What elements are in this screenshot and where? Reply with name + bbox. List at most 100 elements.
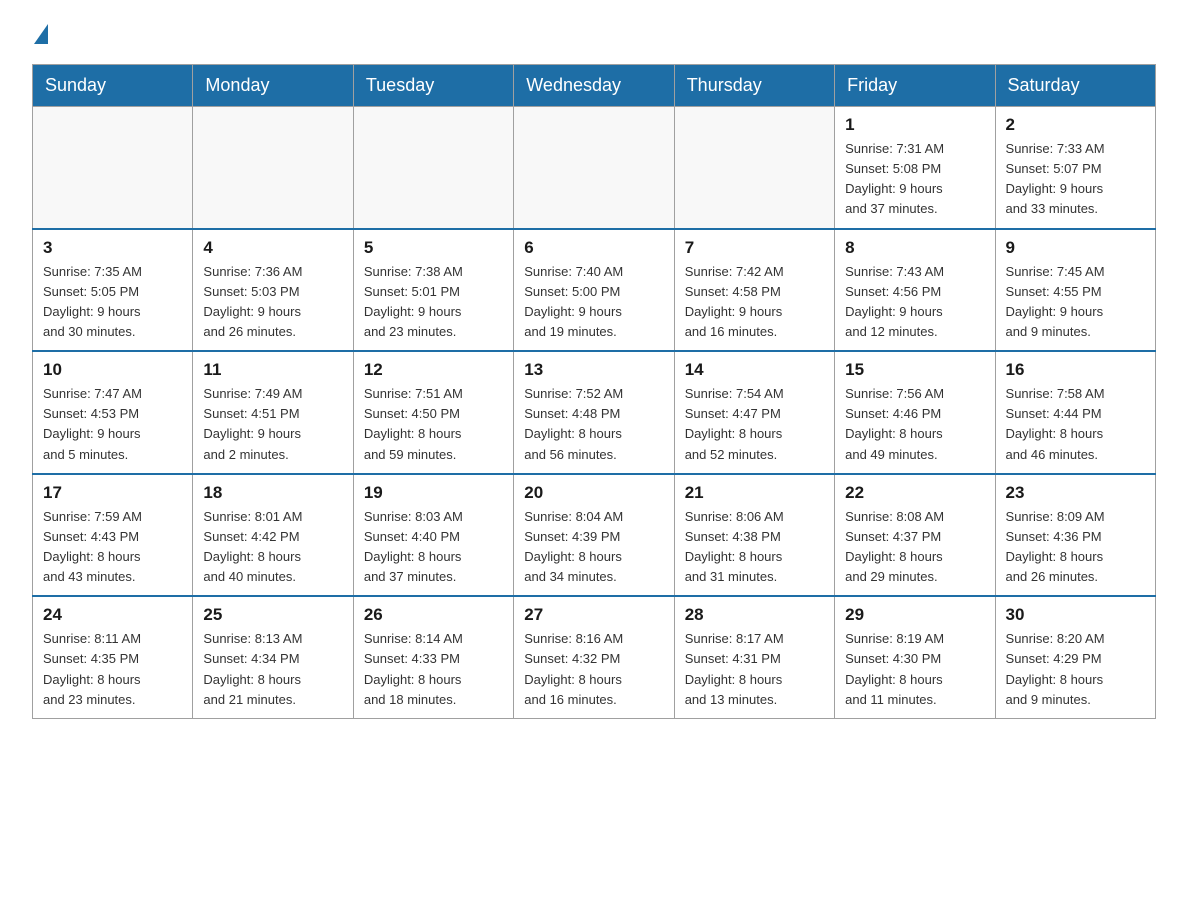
calendar-week-4: 17 Sunrise: 7:59 AM Sunset: 4:43 PM Dayli… [33, 474, 1156, 597]
calendar-cell: 7 Sunrise: 7:42 AM Sunset: 4:58 PM Daylig… [674, 229, 834, 352]
calendar-cell: 25Sunrise: 8:13 AM Sunset: 4:34 PM Dayli… [193, 596, 353, 718]
calendar-cell: 17 Sunrise: 7:59 AM Sunset: 4:43 PM Dayli… [33, 474, 193, 597]
calendar-cell: 10 Sunrise: 7:47 AM Sunset: 4:53 PM Dayli… [33, 351, 193, 474]
header [32, 24, 1156, 46]
page: SundayMondayTuesdayWednesdayThursdayFrid… [0, 0, 1188, 751]
calendar-week-3: 10 Sunrise: 7:47 AM Sunset: 4:53 PM Dayli… [33, 351, 1156, 474]
day-info: Sunrise: 8:01 AM Sunset: 4:42 PM Dayligh… [203, 507, 342, 588]
calendar-cell: 30 Sunrise: 8:20 AM Sunset: 4:29 PM Dayli… [995, 596, 1155, 718]
calendar-cell: 11 Sunrise: 7:49 AM Sunset: 4:51 PM Dayli… [193, 351, 353, 474]
calendar-header-sunday: Sunday [33, 65, 193, 107]
day-number: 7 [685, 238, 824, 258]
day-number: 20 [524, 483, 663, 503]
calendar-cell: 24Sunrise: 8:11 AM Sunset: 4:35 PM Dayli… [33, 596, 193, 718]
calendar-cell [674, 107, 834, 229]
day-info: Sunrise: 8:20 AM Sunset: 4:29 PM Dayligh… [1006, 629, 1145, 710]
calendar-cell: 8 Sunrise: 7:43 AM Sunset: 4:56 PM Daylig… [835, 229, 995, 352]
day-info: Sunrise: 7:38 AM Sunset: 5:01 PM Dayligh… [364, 262, 503, 343]
calendar-cell: 19 Sunrise: 8:03 AM Sunset: 4:40 PM Dayli… [353, 474, 513, 597]
day-info: Sunrise: 7:52 AM Sunset: 4:48 PM Dayligh… [524, 384, 663, 465]
day-info: Sunrise: 8:17 AM Sunset: 4:31 PM Dayligh… [685, 629, 824, 710]
calendar-cell [193, 107, 353, 229]
day-info: Sunrise: 8:08 AM Sunset: 4:37 PM Dayligh… [845, 507, 984, 588]
day-info: Sunrise: 7:56 AM Sunset: 4:46 PM Dayligh… [845, 384, 984, 465]
calendar: SundayMondayTuesdayWednesdayThursdayFrid… [32, 64, 1156, 719]
day-number: 11 [203, 360, 342, 380]
day-number: 1 [845, 115, 984, 135]
day-info: Sunrise: 7:31 AM Sunset: 5:08 PM Dayligh… [845, 139, 984, 220]
day-info: Sunrise: 7:54 AM Sunset: 4:47 PM Dayligh… [685, 384, 824, 465]
calendar-week-1: 1 Sunrise: 7:31 AM Sunset: 5:08 PM Daylig… [33, 107, 1156, 229]
day-info: Sunrise: 7:45 AM Sunset: 4:55 PM Dayligh… [1006, 262, 1145, 343]
day-number: 10 [43, 360, 182, 380]
calendar-cell [33, 107, 193, 229]
calendar-cell: 26Sunrise: 8:14 AM Sunset: 4:33 PM Dayli… [353, 596, 513, 718]
logo-area [32, 24, 50, 46]
calendar-body: 1 Sunrise: 7:31 AM Sunset: 5:08 PM Daylig… [33, 107, 1156, 719]
calendar-header: SundayMondayTuesdayWednesdayThursdayFrid… [33, 65, 1156, 107]
calendar-cell: 4Sunrise: 7:36 AM Sunset: 5:03 PM Daylig… [193, 229, 353, 352]
logo-triangle-icon [34, 24, 48, 44]
day-info: Sunrise: 7:51 AM Sunset: 4:50 PM Dayligh… [364, 384, 503, 465]
calendar-cell: 21Sunrise: 8:06 AM Sunset: 4:38 PM Dayli… [674, 474, 834, 597]
calendar-cell: 29Sunrise: 8:19 AM Sunset: 4:30 PM Dayli… [835, 596, 995, 718]
day-number: 30 [1006, 605, 1145, 625]
day-number: 8 [845, 238, 984, 258]
calendar-cell: 1 Sunrise: 7:31 AM Sunset: 5:08 PM Daylig… [835, 107, 995, 229]
day-info: Sunrise: 7:47 AM Sunset: 4:53 PM Dayligh… [43, 384, 182, 465]
day-info: Sunrise: 7:33 AM Sunset: 5:07 PM Dayligh… [1006, 139, 1145, 220]
day-info: Sunrise: 7:58 AM Sunset: 4:44 PM Dayligh… [1006, 384, 1145, 465]
calendar-cell: 23Sunrise: 8:09 AM Sunset: 4:36 PM Dayli… [995, 474, 1155, 597]
day-info: Sunrise: 7:36 AM Sunset: 5:03 PM Dayligh… [203, 262, 342, 343]
day-info: Sunrise: 7:40 AM Sunset: 5:00 PM Dayligh… [524, 262, 663, 343]
calendar-cell: 9 Sunrise: 7:45 AM Sunset: 4:55 PM Daylig… [995, 229, 1155, 352]
day-info: Sunrise: 7:35 AM Sunset: 5:05 PM Dayligh… [43, 262, 182, 343]
calendar-cell: 2Sunrise: 7:33 AM Sunset: 5:07 PM Daylig… [995, 107, 1155, 229]
day-number: 19 [364, 483, 503, 503]
day-info: Sunrise: 8:16 AM Sunset: 4:32 PM Dayligh… [524, 629, 663, 710]
calendar-cell: 12 Sunrise: 7:51 AM Sunset: 4:50 PM Dayli… [353, 351, 513, 474]
day-number: 17 [43, 483, 182, 503]
day-number: 25 [203, 605, 342, 625]
day-number: 13 [524, 360, 663, 380]
header-row: SundayMondayTuesdayWednesdayThursdayFrid… [33, 65, 1156, 107]
day-number: 15 [845, 360, 984, 380]
calendar-cell: 22 Sunrise: 8:08 AM Sunset: 4:37 PM Dayli… [835, 474, 995, 597]
calendar-cell: 27Sunrise: 8:16 AM Sunset: 4:32 PM Dayli… [514, 596, 674, 718]
day-number: 26 [364, 605, 503, 625]
day-number: 5 [364, 238, 503, 258]
day-number: 18 [203, 483, 342, 503]
day-number: 29 [845, 605, 984, 625]
calendar-header-wednesday: Wednesday [514, 65, 674, 107]
day-info: Sunrise: 8:04 AM Sunset: 4:39 PM Dayligh… [524, 507, 663, 588]
day-info: Sunrise: 7:49 AM Sunset: 4:51 PM Dayligh… [203, 384, 342, 465]
calendar-cell [353, 107, 513, 229]
day-number: 28 [685, 605, 824, 625]
calendar-cell: 20 Sunrise: 8:04 AM Sunset: 4:39 PM Dayli… [514, 474, 674, 597]
calendar-cell: 28 Sunrise: 8:17 AM Sunset: 4:31 PM Dayli… [674, 596, 834, 718]
calendar-cell: 3Sunrise: 7:35 AM Sunset: 5:05 PM Daylig… [33, 229, 193, 352]
day-number: 16 [1006, 360, 1145, 380]
day-number: 6 [524, 238, 663, 258]
calendar-week-5: 24Sunrise: 8:11 AM Sunset: 4:35 PM Dayli… [33, 596, 1156, 718]
calendar-header-tuesday: Tuesday [353, 65, 513, 107]
day-number: 9 [1006, 238, 1145, 258]
day-info: Sunrise: 8:11 AM Sunset: 4:35 PM Dayligh… [43, 629, 182, 710]
calendar-cell [514, 107, 674, 229]
day-number: 22 [845, 483, 984, 503]
calendar-week-2: 3Sunrise: 7:35 AM Sunset: 5:05 PM Daylig… [33, 229, 1156, 352]
calendar-cell: 15 Sunrise: 7:56 AM Sunset: 4:46 PM Dayli… [835, 351, 995, 474]
calendar-header-saturday: Saturday [995, 65, 1155, 107]
day-info: Sunrise: 7:42 AM Sunset: 4:58 PM Dayligh… [685, 262, 824, 343]
calendar-cell: 18 Sunrise: 8:01 AM Sunset: 4:42 PM Dayli… [193, 474, 353, 597]
calendar-cell: 6 Sunrise: 7:40 AM Sunset: 5:00 PM Daylig… [514, 229, 674, 352]
day-number: 14 [685, 360, 824, 380]
day-info: Sunrise: 8:09 AM Sunset: 4:36 PM Dayligh… [1006, 507, 1145, 588]
day-number: 21 [685, 483, 824, 503]
calendar-cell: 5 Sunrise: 7:38 AM Sunset: 5:01 PM Daylig… [353, 229, 513, 352]
day-number: 12 [364, 360, 503, 380]
day-info: Sunrise: 7:43 AM Sunset: 4:56 PM Dayligh… [845, 262, 984, 343]
calendar-header-friday: Friday [835, 65, 995, 107]
day-info: Sunrise: 8:03 AM Sunset: 4:40 PM Dayligh… [364, 507, 503, 588]
day-info: Sunrise: 7:59 AM Sunset: 4:43 PM Dayligh… [43, 507, 182, 588]
